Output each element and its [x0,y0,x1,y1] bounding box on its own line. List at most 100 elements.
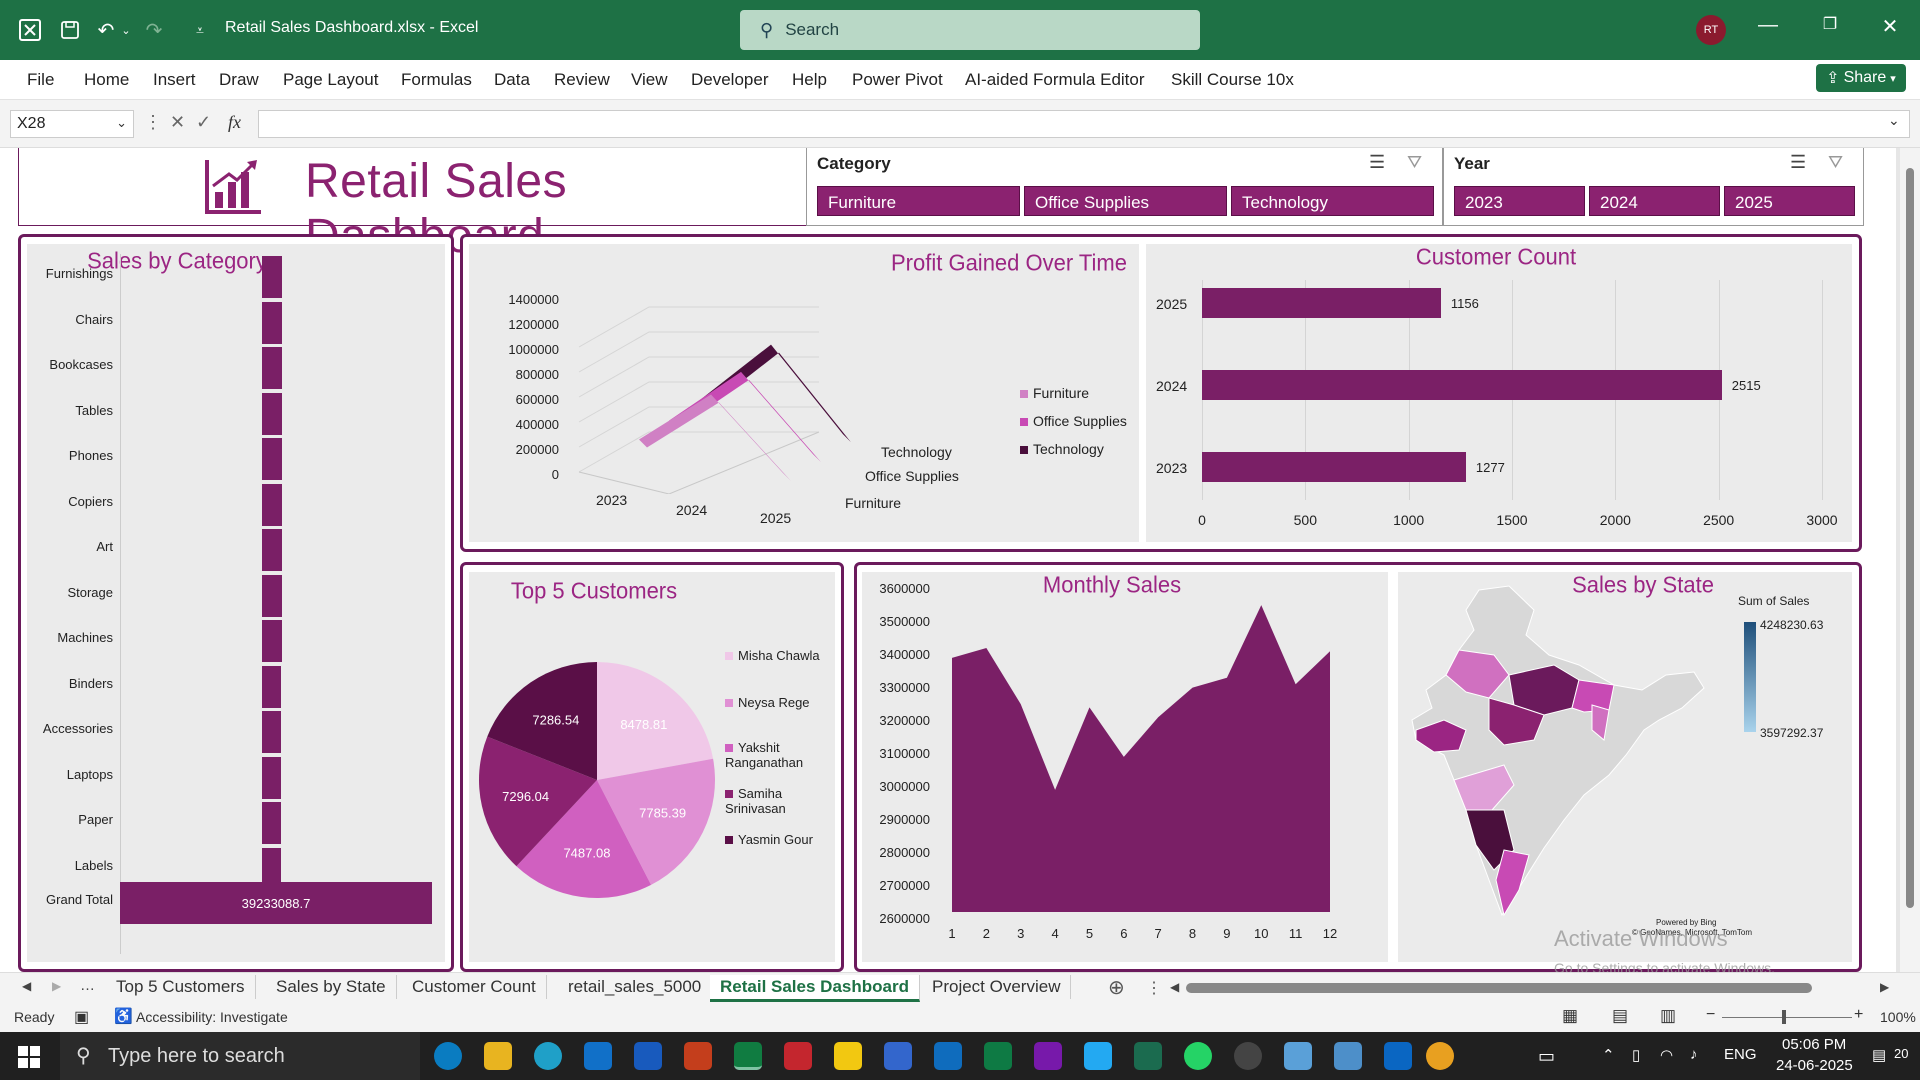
project-icon[interactable] [984,1042,1012,1070]
chevron-down-icon[interactable]: ⌄ [116,115,127,131]
more-options-icon[interactable]: ⋮ [144,112,162,133]
monthly-sales-chart[interactable]: Monthly Sales 3600000 3500000 3400000 33000… [862,571,1388,962]
edge-icon[interactable] [434,1042,462,1070]
more-options-icon[interactable]: ⋮ [1146,978,1162,998]
menu-developer[interactable]: Developer [691,70,769,90]
slicer-item-office-supplies[interactable]: Office Supplies [1024,186,1227,216]
language-indicator[interactable]: ENG [1724,1046,1757,1063]
restore-icon[interactable]: ❐ [1810,14,1850,34]
cancel-icon[interactable]: ✕ [170,112,185,133]
menu-draw[interactable]: Draw [219,70,259,90]
add-sheet-icon[interactable]: ⊕ [1108,975,1125,1000]
zoom-out-icon[interactable]: − [1706,1006,1715,1024]
terminal-icon[interactable] [1134,1042,1162,1070]
zoom-level[interactable]: 100% [1880,1009,1916,1025]
close-icon[interactable]: ✕ [1870,14,1910,39]
prev-sheet-icon[interactable]: ◀ [22,979,31,993]
file-explorer-icon[interactable] [484,1042,512,1070]
slicer-item-2025[interactable]: 2025 [1724,186,1855,216]
acrobat-icon[interactable] [784,1042,812,1070]
accessibility-status[interactable]: Accessibility: Investigate [136,1009,288,1025]
page-break-view-icon[interactable]: ▥ [1660,1006,1676,1026]
customer-count-chart[interactable]: Customer Count 0 500 1000 1500 2000 2500 3000 2… [1146,243,1852,542]
tab-customer-count[interactable]: Customer Count [402,975,547,999]
menu-insert[interactable]: Insert [153,70,196,90]
remote-desktop-icon[interactable] [1284,1042,1312,1070]
vertical-scroll-thumb[interactable] [1906,168,1914,908]
whatsapp-icon[interactable] [1184,1042,1212,1070]
visio-icon[interactable] [884,1042,912,1070]
chrome-icon[interactable] [1426,1042,1454,1070]
menu-data[interactable]: Data [494,70,530,90]
next-sheet-icon[interactable]: ▶ [52,979,61,993]
word-icon[interactable] [634,1042,662,1070]
power-bi-icon[interactable] [834,1042,862,1070]
menu-view[interactable]: View [631,70,668,90]
linkedin-icon[interactable] [1384,1042,1412,1070]
news-icon[interactable]: ▭ [1538,1046,1555,1067]
learning-app-icon[interactable] [584,1042,612,1070]
slicer-item-2024[interactable]: 2024 [1589,186,1720,216]
tab-top-5-customers[interactable]: Top 5 Customers [106,975,256,999]
expand-formula-icon[interactable]: ⌄ [1888,112,1900,129]
outlook-icon[interactable] [934,1042,962,1070]
slicer-item-2023[interactable]: 2023 [1454,186,1585,216]
slicer-item-furniture[interactable]: Furniture [817,186,1020,216]
macro-record-icon[interactable]: ▣ [74,1007,89,1027]
normal-view-icon[interactable]: ▦ [1562,1006,1578,1026]
enter-icon[interactable]: ✓ [196,112,211,133]
obs-icon[interactable] [1234,1042,1262,1070]
zoom-slider[interactable] [1722,1017,1852,1018]
tray-chevron-up-icon[interactable]: ⌃ [1602,1046,1615,1064]
powerpoint-icon[interactable] [684,1042,712,1070]
clock-time[interactable]: 05:06 PM [1782,1036,1846,1053]
horizontal-scroll-thumb[interactable] [1186,983,1812,993]
accessibility-icon[interactable]: ♿ [114,1007,133,1025]
formula-input[interactable] [258,110,1910,138]
share-button[interactable]: ⇪ Share ▾ [1816,64,1906,92]
onenote-icon[interactable] [1034,1042,1062,1070]
vertical-scroll-track[interactable] [1900,148,1920,972]
vscode-icon[interactable] [1084,1042,1112,1070]
multi-select-icon[interactable]: ☰ [1790,152,1806,173]
zoom-slider-thumb[interactable] [1782,1010,1786,1024]
clear-filter-icon[interactable]: ⛛ [1828,152,1843,173]
more-sheets-icon[interactable]: … [80,977,95,994]
menu-power-pivot[interactable]: Power Pivot [852,70,943,90]
slicer-item-technology[interactable]: Technology [1231,186,1434,216]
redo-icon[interactable]: ↷ [140,16,168,44]
menu-review[interactable]: Review [554,70,610,90]
dashboard-sheet[interactable]: Retail Sales Dashboard Category ☰ ⛛ Furn… [0,148,1900,972]
tab-retail-sales-5000[interactable]: retail_sales_5000 [558,975,713,999]
top5-customers-chart[interactable]: Top 5 Customers 8478.81 7785.39 7487.08 729… [469,572,835,962]
undo-dropdown-icon[interactable]: ⌄ [112,16,140,44]
avatar[interactable]: RT [1696,15,1726,45]
profit-over-time-chart[interactable]: Profit Gained Over Time 2023 2024 2025 T… [469,244,1139,542]
clock-date[interactable]: 24-06-2025 [1776,1057,1853,1074]
notification-icon[interactable]: ▤ [1872,1046,1886,1064]
menu-help[interactable]: Help [792,70,827,90]
tab-retail-sales-dashboard[interactable]: Retail Sales Dashboard [710,975,920,1002]
volume-icon[interactable]: ♪ [1690,1046,1698,1063]
canva-icon[interactable] [534,1042,562,1070]
customize-qat-icon[interactable]: ⩡ [186,16,214,44]
multi-select-icon[interactable]: ☰ [1369,152,1385,173]
name-box[interactable]: X28 ⌄ [10,110,134,138]
minimize-icon[interactable]: — [1748,14,1788,37]
menu-formulas[interactable]: Formulas [401,70,472,90]
taskbar-search[interactable]: ⚲ Type here to search [60,1032,420,1080]
search-input[interactable]: ⚲ Search [740,10,1200,50]
menu-skill-course[interactable]: Skill Course 10x [1171,70,1294,90]
excel-icon[interactable] [734,1042,762,1070]
menu-page-layout[interactable]: Page Layout [283,70,378,90]
menu-ai-formula-editor[interactable]: AI-aided Formula Editor [965,70,1145,90]
insert-function-icon[interactable]: fx [228,112,241,133]
tab-project-overview[interactable]: Project Overview [922,975,1072,999]
windows-start-icon[interactable] [18,1046,40,1068]
page-layout-view-icon[interactable]: ▤ [1612,1006,1628,1026]
battery-icon[interactable]: ▯ [1632,1046,1640,1064]
scroll-left-icon[interactable]: ◀ [1170,980,1179,994]
tab-sales-by-state[interactable]: Sales by State [266,975,397,999]
scroll-right-icon[interactable]: ▶ [1880,980,1889,994]
clear-filter-icon[interactable]: ⛛ [1407,152,1422,173]
